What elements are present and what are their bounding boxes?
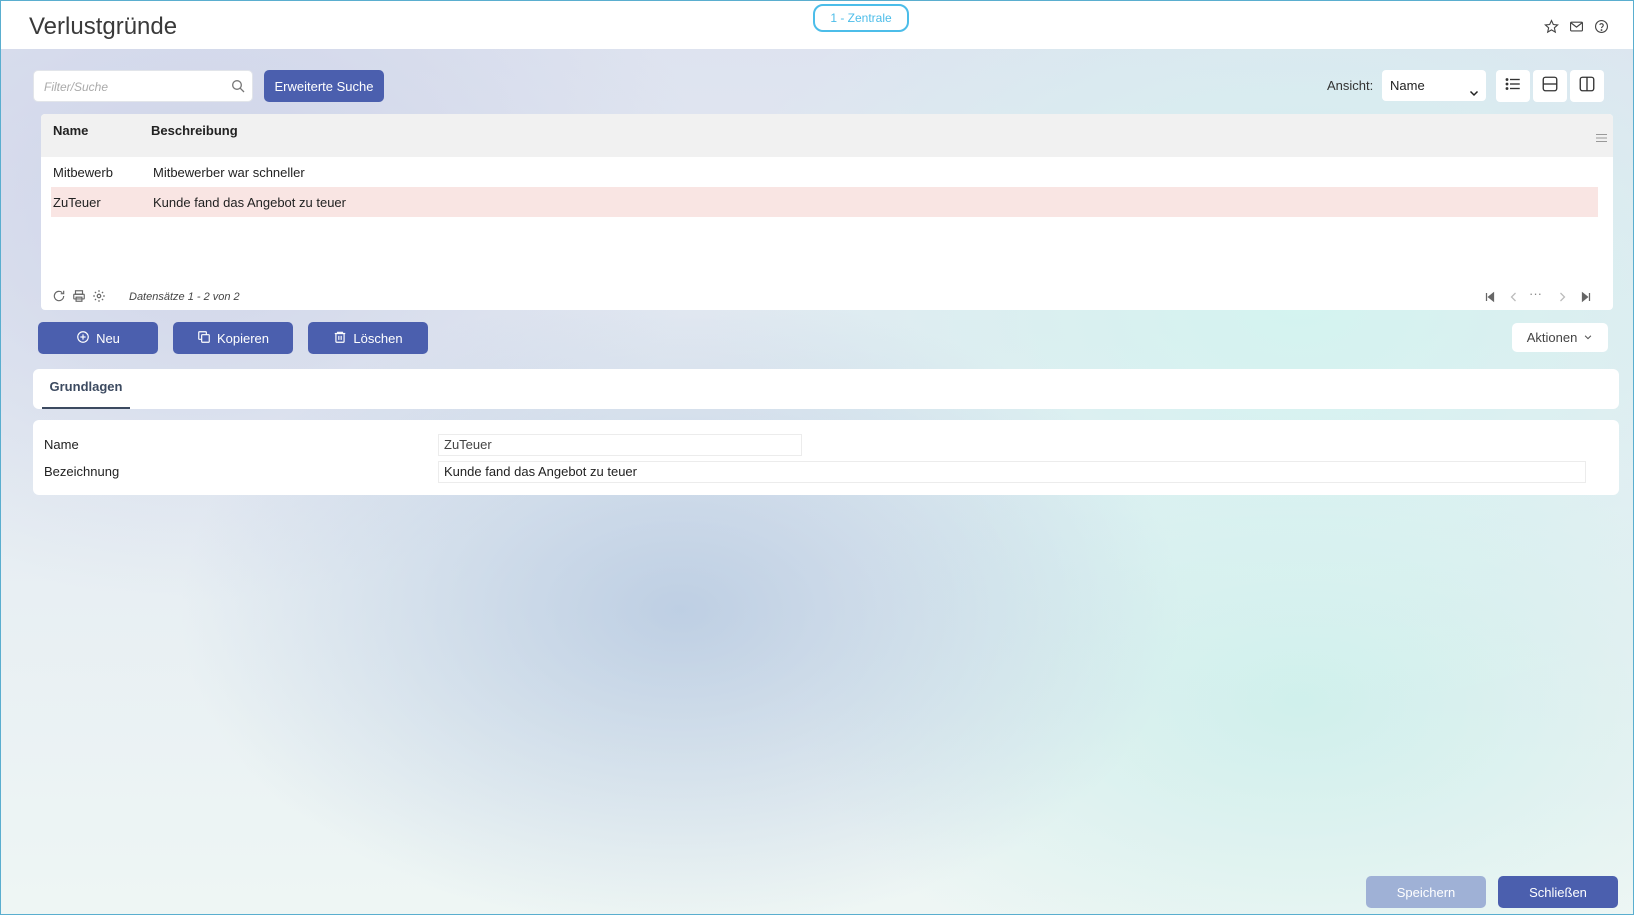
prev-page-icon[interactable] [1508, 290, 1520, 308]
close-button[interactable]: Schließen [1498, 876, 1618, 908]
table-row[interactable]: Mitbewerb Mitbewerber war schneller [51, 157, 1598, 187]
first-page-icon[interactable] [1484, 290, 1496, 308]
view-label: Ansicht: [1327, 78, 1374, 93]
grid-header: Name Beschreibung [41, 114, 1613, 157]
cell-description: Kunde fand das Angebot zu teuer [153, 195, 346, 210]
copy-icon [197, 330, 211, 347]
view-select[interactable]: Name [1382, 70, 1486, 101]
chevron-down-icon [1583, 330, 1593, 345]
delete-button[interactable]: Löschen [308, 322, 428, 354]
list-view-icon [1504, 75, 1522, 98]
split-horizontal-button[interactable] [1533, 70, 1567, 102]
help-icon[interactable] [1592, 17, 1610, 35]
view-select-value: Name [1390, 78, 1425, 93]
copy-button-label: Kopieren [216, 330, 270, 346]
advanced-search-label: Erweiterte Suche [274, 78, 374, 94]
list-view-button[interactable] [1496, 70, 1530, 102]
page-title: Verlustgründe [29, 13, 178, 40]
search-input[interactable] [44, 78, 224, 96]
table-row[interactable]: ZuTeuer Kunde fand das Angebot zu teuer [51, 187, 1598, 217]
data-grid: Name Beschreibung Mitbewerb Mitbewerber … [41, 114, 1613, 310]
mail-icon[interactable] [1567, 17, 1585, 35]
trash-icon [333, 330, 347, 347]
column-header-description[interactable]: Beschreibung [151, 123, 238, 138]
mandant-badge[interactable]: 1 - Zentrale [813, 4, 909, 32]
new-button[interactable]: Neu [38, 322, 158, 354]
save-button[interactable]: Speichern [1366, 876, 1486, 908]
detail-form: Name ZuTeuer Bezeichnung Kunde fand das … [33, 420, 1619, 495]
star-icon[interactable] [1542, 17, 1560, 35]
name-label: Name [44, 437, 79, 452]
record-count: Datensätze 1 - 2 von 2 [129, 291, 240, 303]
column-menu-icon[interactable] [1596, 130, 1607, 148]
advanced-search-button[interactable]: Erweiterte Suche [264, 70, 384, 102]
grid-footer: Datensätze 1 - 2 von 2 ··· [41, 282, 1613, 310]
search-icon[interactable] [230, 78, 246, 99]
name-field[interactable]: ZuTeuer [438, 434, 802, 456]
split-vertical-icon [1578, 75, 1596, 98]
plus-circle-icon [76, 330, 90, 347]
search-box[interactable] [33, 70, 253, 102]
cell-name: ZuTeuer [53, 195, 101, 210]
chevron-down-icon [1468, 79, 1480, 110]
tab-grundlagen[interactable]: Grundlagen [42, 369, 130, 409]
new-button-label: Neu [96, 330, 120, 346]
next-page-icon[interactable] [1556, 290, 1568, 308]
print-icon[interactable] [72, 289, 86, 308]
actions-dropdown[interactable]: Aktionen [1512, 323, 1608, 352]
refresh-icon[interactable] [52, 289, 66, 308]
split-vertical-button[interactable] [1570, 70, 1604, 102]
column-header-name[interactable]: Name [53, 123, 88, 138]
split-horizontal-icon [1541, 75, 1559, 98]
actions-label: Aktionen [1526, 330, 1578, 345]
copy-button[interactable]: Kopieren [173, 322, 293, 354]
description-label: Bezeichnung [44, 464, 120, 479]
delete-button-label: Löschen [353, 330, 403, 346]
cell-description: Mitbewerber war schneller [153, 165, 305, 180]
app-header: Verlustgründe 1 - Zentrale [1, 1, 1633, 49]
tab-bar: Grundlagen [33, 369, 1619, 409]
settings-icon[interactable] [92, 289, 106, 308]
page-ellipsis[interactable]: ··· [1529, 286, 1542, 301]
cell-name: Mitbewerb [53, 165, 113, 180]
description-field[interactable]: Kunde fand das Angebot zu teuer [438, 461, 1586, 483]
last-page-icon[interactable] [1580, 290, 1592, 308]
